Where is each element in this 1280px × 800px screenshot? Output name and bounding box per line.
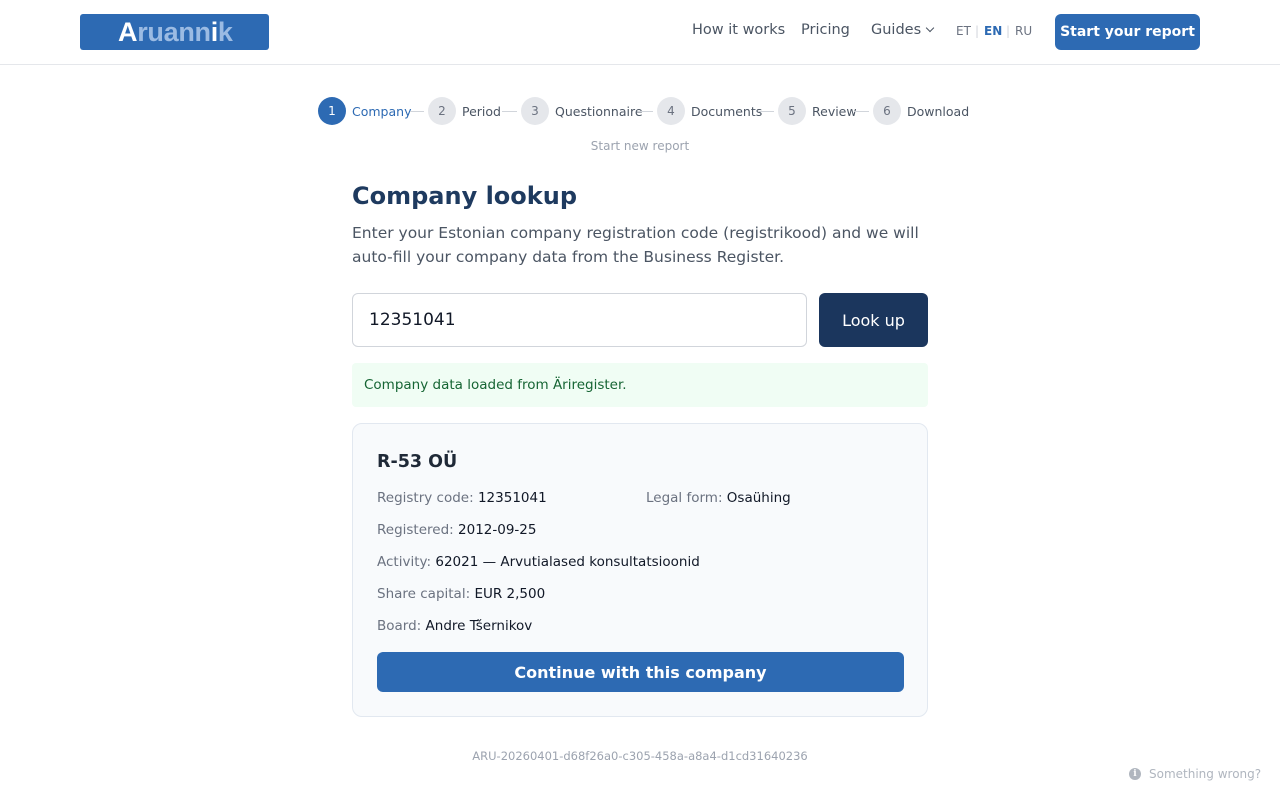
- something-wrong-link[interactable]: i Something wrong?: [1129, 767, 1261, 781]
- step-label: Review: [812, 103, 857, 119]
- chevron-down-icon: [925, 23, 935, 33]
- success-alert: Company data loaded from Äriregister.: [352, 363, 928, 407]
- nav-pricing[interactable]: Pricing: [801, 22, 850, 38]
- registry-code-input[interactable]: [352, 293, 807, 347]
- step-label: Company: [352, 103, 412, 119]
- registry-code-field: Registry code: 12351041: [377, 490, 547, 506]
- step-connector: [759, 111, 774, 112]
- step-documents[interactable]: 4 Documents: [657, 97, 762, 125]
- legal-form-field: Legal form: Osaühing: [646, 490, 791, 506]
- lang-ru[interactable]: RU: [1015, 24, 1032, 38]
- logo[interactable]: Aruannik: [80, 14, 269, 50]
- start-new-report-link[interactable]: Start new report: [0, 139, 1280, 153]
- share-capital-field: Share capital: EUR 2,500: [377, 586, 546, 602]
- continue-button[interactable]: Continue with this company: [377, 652, 904, 692]
- step-number: 1: [318, 97, 346, 125]
- step-number: 4: [657, 97, 685, 125]
- step-connector: [502, 111, 517, 112]
- activity-field: Activity: 62021 — Arvutialased konsultat…: [377, 554, 700, 570]
- company-name: R-53 OÜ: [377, 452, 458, 472]
- step-connector: [410, 111, 424, 112]
- step-label: Documents: [691, 103, 763, 119]
- nav-guides[interactable]: Guides: [871, 22, 935, 38]
- help-label: Something wrong?: [1149, 767, 1262, 781]
- step-connector: [854, 111, 869, 112]
- step-number: 3: [521, 97, 549, 125]
- page-title: Company lookup: [352, 182, 577, 210]
- info-icon: i: [1129, 768, 1141, 780]
- board-field: Board: Andre Tšernikov: [377, 618, 533, 634]
- site-header: Aruannik How it works Pricing Guides ET …: [0, 0, 1280, 65]
- lang-en[interactable]: EN: [984, 24, 1002, 38]
- step-questionnaire[interactable]: 3 Questionnaire: [521, 97, 643, 125]
- step-period[interactable]: 2 Period: [428, 97, 501, 125]
- registered-field: Registered: 2012-09-25: [377, 522, 537, 538]
- step-label: Questionnaire: [555, 103, 643, 119]
- report-id: ARU-20260401-d68f26a0-c305-458a-a8a4-d1c…: [472, 749, 808, 763]
- step-number: 6: [873, 97, 901, 125]
- company-card: R-53 OÜ Registry code: 12351041 Legal fo…: [352, 423, 928, 717]
- step-number: 2: [428, 97, 456, 125]
- lang-separator: |: [1006, 24, 1011, 38]
- start-report-button[interactable]: Start your report: [1055, 14, 1200, 50]
- page-description: Enter your Estonian company registration…: [352, 224, 919, 266]
- lang-et[interactable]: ET: [956, 24, 971, 38]
- step-company[interactable]: 1 Company: [318, 97, 411, 125]
- step-label: Download: [907, 103, 970, 119]
- step-number: 5: [778, 97, 806, 125]
- lang-separator: |: [975, 24, 980, 38]
- nav-guides-label: Guides: [871, 22, 922, 38]
- step-label: Period: [462, 103, 501, 119]
- step-download[interactable]: 6 Download: [873, 97, 969, 125]
- step-connector: [638, 111, 653, 112]
- lookup-button[interactable]: Look up: [819, 293, 928, 347]
- nav-how-it-works[interactable]: How it works: [692, 22, 785, 38]
- step-review[interactable]: 5 Review: [778, 97, 857, 125]
